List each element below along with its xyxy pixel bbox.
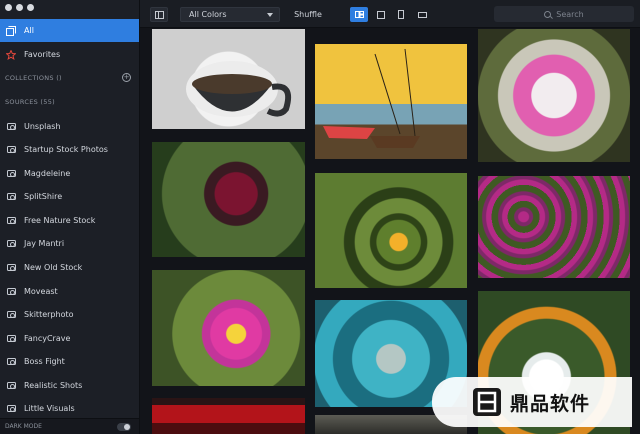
sidebar-item-label: SplitShire — [24, 192, 63, 201]
add-collection-button[interactable]: + — [122, 73, 131, 82]
sidebar-item-label: Favorites — [24, 50, 61, 59]
sidebar-item-label: Skitterphoto — [24, 310, 74, 319]
sidebar-item-label: Boss Fight — [24, 357, 65, 366]
dark-mode-bar: DARK MODE — [0, 418, 139, 434]
watermark: 鼎品软件 — [432, 377, 632, 427]
sidebar-item-label: Unsplash — [24, 122, 61, 131]
square-icon — [377, 10, 385, 19]
color-filter-select[interactable]: All Colors — [180, 7, 280, 22]
camera-icon — [6, 358, 16, 365]
photo-limes[interactable] — [315, 173, 467, 288]
search-input[interactable]: Search — [494, 6, 634, 22]
sidebar-item-source[interactable]: Free Nature Stock — [0, 209, 139, 232]
watermark-text: 鼎品软件 — [510, 392, 591, 415]
star-icon — [6, 49, 16, 60]
sidebar-item-source[interactable]: Realistic Shots — [0, 374, 139, 397]
portrait-icon — [398, 10, 404, 19]
photo-carnation[interactable] — [478, 29, 630, 162]
camera-icon — [6, 123, 16, 130]
sidebar-item-source[interactable]: Jay Mantri — [0, 232, 139, 255]
dark-mode-label: DARK MODE — [5, 423, 42, 430]
camera-icon — [6, 146, 16, 153]
sidebar-item-label: Magdeleine — [24, 169, 71, 178]
camera-icon — [6, 288, 16, 295]
sidebar-item-source[interactable]: New Old Stock — [0, 256, 139, 279]
dark-mode-toggle[interactable] — [117, 423, 131, 431]
minimize-window-button[interactable] — [16, 4, 23, 11]
photo-red-flower[interactable] — [152, 398, 305, 434]
photo-pink-flowers[interactable] — [478, 176, 630, 278]
close-window-button[interactable] — [5, 4, 12, 11]
search-placeholder: Search — [556, 9, 584, 19]
toolbar: All Colors Shuffle Search — [140, 0, 640, 28]
camera-icon — [6, 311, 16, 318]
grid-icon — [354, 11, 364, 18]
photo-pink-cosmos[interactable] — [152, 270, 305, 386]
camera-icon — [6, 382, 16, 389]
camera-icon — [6, 335, 16, 342]
camera-icon — [6, 217, 16, 224]
color-filter-value: All Colors — [189, 10, 227, 19]
sidebar-item-label: New Old Stock — [24, 263, 83, 272]
sidebar-toggle-icon — [154, 10, 164, 19]
toggle-sidebar-button[interactable] — [150, 7, 168, 22]
photo-dark-flower[interactable] — [152, 142, 305, 257]
sidebar-item-label: Moveast — [24, 287, 58, 296]
camera-icon — [6, 264, 16, 271]
camera-icon — [6, 405, 16, 412]
camera-icon — [6, 170, 16, 177]
zoom-window-button[interactable] — [27, 4, 34, 11]
sidebar-item-source[interactable]: Skitterphoto — [0, 303, 139, 326]
view-landscape-button[interactable] — [413, 7, 431, 22]
sidebar-item-label: Free Nature Stock — [24, 216, 96, 225]
chevron-down-icon — [267, 13, 273, 17]
sidebar-item-source[interactable]: SplitShire — [0, 185, 139, 208]
sidebar-item-source[interactable]: Boss Fight — [0, 350, 139, 373]
sidebar-item-source[interactable]: Startup Stock Photos — [0, 138, 139, 161]
sidebar-item-label: Realistic Shots — [24, 381, 83, 390]
sidebar-item-label: All — [24, 26, 34, 35]
sources-heading: SOURCES (55) — [5, 98, 55, 106]
photo-coffee-cup[interactable] — [152, 29, 305, 129]
sidebar-item-source[interactable]: FancyCrave — [0, 327, 139, 350]
view-portrait-button[interactable] — [392, 7, 410, 22]
camera-icon — [6, 240, 16, 247]
sidebar-item-label: Jay Mantri — [24, 239, 65, 248]
collections-heading: COLLECTIONS () — [5, 74, 62, 82]
view-mosaic-button[interactable] — [350, 7, 368, 22]
sidebar-item-favorites[interactable]: Favorites — [0, 43, 139, 66]
sidebar: All Favorites COLLECTIONS () + SOURCES (… — [0, 0, 140, 434]
brand-logo-icon — [472, 387, 502, 417]
sidebar-item-source[interactable]: Magdeleine — [0, 162, 139, 185]
sidebar-item-source[interactable]: Unsplash — [0, 115, 139, 138]
camera-icon — [6, 193, 16, 200]
sidebar-item-source[interactable]: Little Visuals — [0, 397, 139, 420]
sidebar-item-label: FancyCrave — [24, 334, 71, 343]
landscape-icon — [417, 11, 427, 18]
sidebar-item-all[interactable]: All — [0, 19, 139, 42]
shuffle-button[interactable]: Shuffle — [286, 7, 330, 22]
photo-boats-sunset[interactable] — [315, 44, 467, 159]
view-square-button[interactable] — [372, 7, 390, 22]
sidebar-item-label: Startup Stock Photos — [24, 145, 108, 154]
sidebar-item-source[interactable]: Moveast — [0, 280, 139, 303]
sidebar-item-label: Little Visuals — [24, 404, 75, 413]
window-controls — [5, 4, 34, 11]
search-icon — [544, 10, 552, 18]
photos-stack-icon — [6, 25, 16, 36]
